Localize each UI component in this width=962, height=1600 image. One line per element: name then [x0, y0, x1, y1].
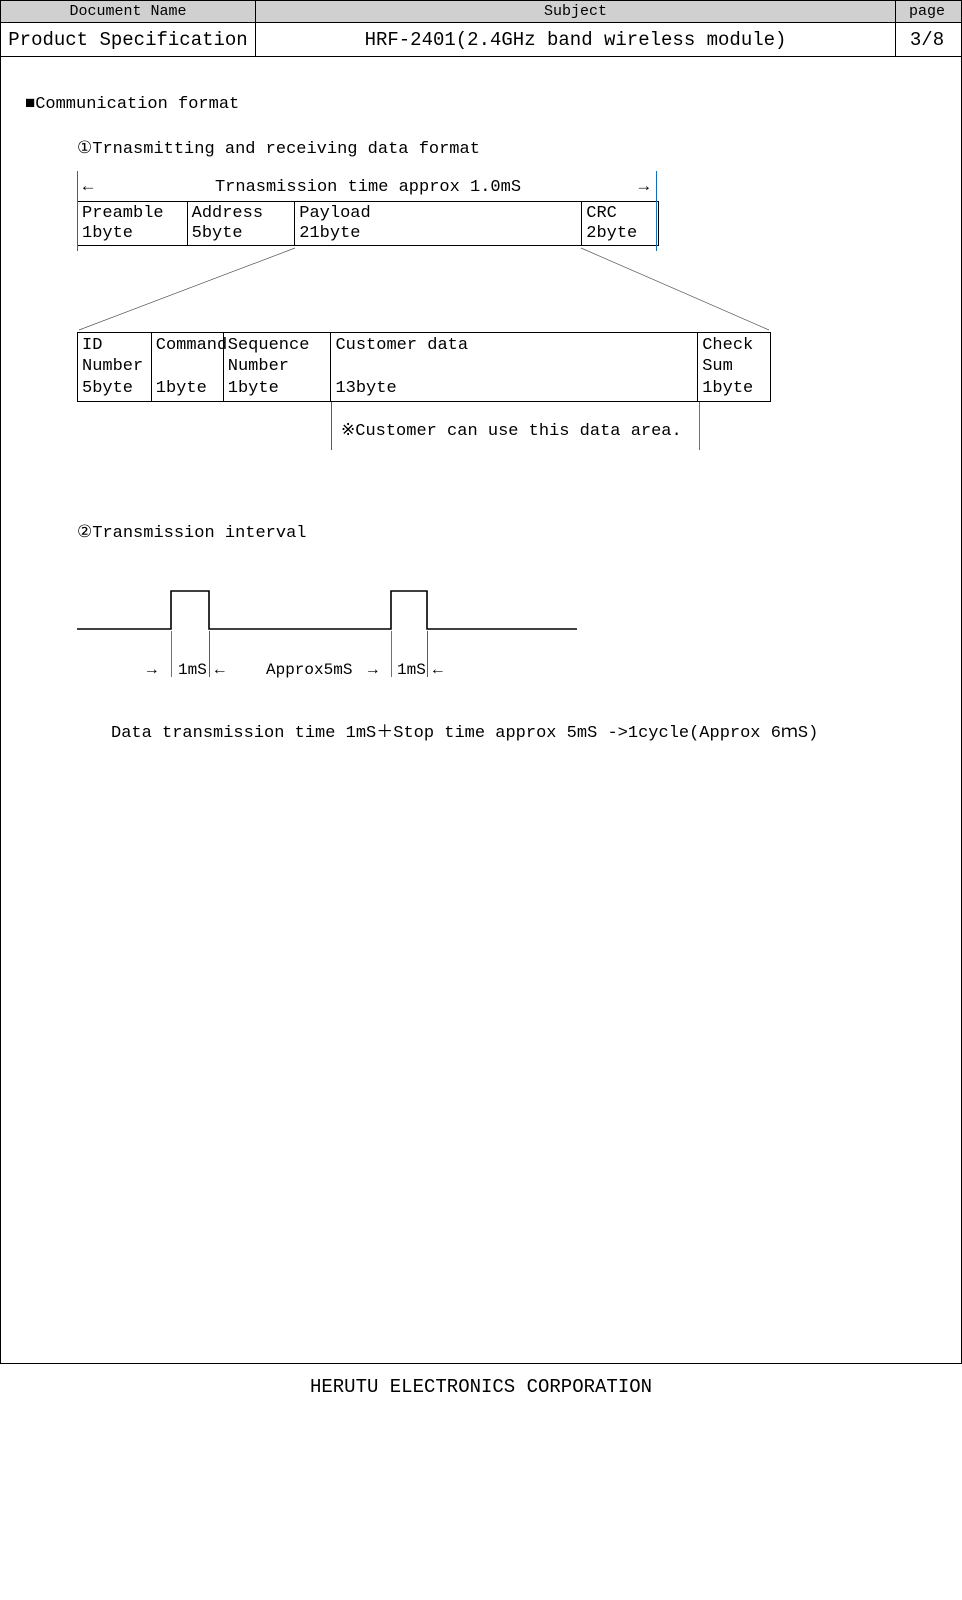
cell-line: ID: [82, 336, 102, 355]
timing-tick-a2-icon: [209, 631, 210, 677]
subsection-1-title: ①Trnasmitting and receiving data format: [77, 138, 937, 159]
cell-line: 2byte: [586, 224, 637, 243]
note-tick-left-icon: [331, 402, 332, 450]
frame-cell-crc: CRC 2byte: [582, 202, 658, 245]
cell-line: 1byte: [82, 224, 133, 243]
hdr-value-page: 3/8: [896, 23, 958, 56]
cell-line: Sum: [702, 357, 733, 376]
customer-note-row: ※Customer can use this data area.: [77, 402, 771, 452]
document-frame: Document Name Subject page Product Speci…: [0, 0, 962, 1364]
header-values-row: Product Specification HRF-2401(2.4GHz ba…: [1, 23, 961, 57]
note-tick-right-icon: [699, 402, 700, 450]
cell-line: Number: [228, 357, 289, 376]
cell-line: 5byte: [82, 379, 133, 398]
frame-fields-table: Preamble 1byte Address 5byte Payload 21b…: [77, 201, 659, 246]
cell-line: 1byte: [702, 379, 753, 398]
timing-label-approx5ms: Approx5mS: [266, 661, 352, 679]
cell-line: Number: [82, 357, 143, 376]
cell-line: Address: [192, 204, 263, 223]
transmission-time-label: Trnasmission time approx 1.0mS: [215, 178, 521, 197]
timing-tick-b1-icon: [391, 631, 392, 677]
payload-cell-sequence: Sequence Number 1byte: [224, 333, 332, 401]
timing-diagram: → 1mS ← Approx5mS → 1mS ←: [77, 587, 625, 697]
cell-line: 5byte: [192, 224, 243, 243]
cell-line: 1byte: [228, 379, 279, 398]
transmission-time-row: ← Trnasmission time approx 1.0mS →: [77, 173, 659, 201]
frame-cell-payload: Payload 21byte: [295, 202, 582, 245]
arrow-left-icon: ←: [433, 661, 443, 679]
header-labels-row: Document Name Subject page: [1, 1, 961, 23]
arrow-right-icon: →: [147, 661, 157, 679]
cycle-description: Data transmission time 1mS＋Stop time app…: [111, 717, 937, 743]
cell-line: 1byte: [156, 379, 207, 398]
document-body: ■Communication format ①Trnasmitting and …: [1, 57, 961, 1363]
cell-line: Customer data: [335, 336, 468, 355]
cell-line: 21byte: [299, 224, 360, 243]
cell-line: Payload: [299, 204, 370, 223]
payload-cell-checksum: Check Sum 1byte: [698, 333, 770, 401]
arrow-left-icon: ←: [215, 661, 225, 679]
cell-line: Sequence: [228, 336, 310, 355]
payload-cell-command: Command 1byte: [152, 333, 224, 401]
arrow-right-icon: →: [639, 178, 649, 197]
subsection-2-title: ②Transmission interval: [77, 522, 937, 543]
hdr-label-subject: Subject: [256, 1, 896, 22]
frame-diagram: ← Trnasmission time approx 1.0mS → Pream…: [77, 173, 659, 246]
payload-cell-id: ID Number 5byte: [78, 333, 152, 401]
hdr-label-page: page: [896, 1, 958, 22]
timing-label-1ms-b: 1mS: [397, 661, 426, 679]
section-title: ■Communication format: [25, 95, 937, 114]
timing-tick-a1-icon: [171, 631, 172, 677]
footer-company: HERUTU ELECTRONICS CORPORATION: [0, 1364, 962, 1398]
arrow-left-icon: ←: [83, 178, 93, 197]
cell-line: CRC: [586, 204, 617, 223]
arrow-right-icon: →: [368, 661, 378, 679]
cell-line: Preamble: [82, 204, 164, 223]
cell-line: Check: [702, 336, 753, 355]
payload-diagram: ID Number 5byte Command 1byte Sequence N…: [77, 332, 771, 402]
cell-line: Command: [156, 336, 227, 355]
timing-label-1ms-a: 1mS: [178, 661, 207, 679]
cell-line: 13byte: [335, 379, 396, 398]
payload-fields-table: ID Number 5byte Command 1byte Sequence N…: [77, 332, 771, 402]
frame-cell-address: Address 5byte: [188, 202, 296, 245]
hdr-value-subject: HRF-2401(2.4GHz band wireless module): [256, 23, 896, 56]
expansion-lines-icon: [77, 246, 771, 332]
frame-cell-preamble: Preamble 1byte: [78, 202, 188, 245]
timing-tick-b2-icon: [427, 631, 428, 677]
hdr-value-docname: Product Specification: [1, 23, 256, 56]
payload-cell-customer-data: Customer data 13byte: [331, 333, 698, 401]
customer-note-text: ※Customer can use this data area.: [341, 420, 682, 441]
timing-waveform-icon: [77, 587, 625, 641]
hdr-label-docname: Document Name: [1, 1, 256, 22]
